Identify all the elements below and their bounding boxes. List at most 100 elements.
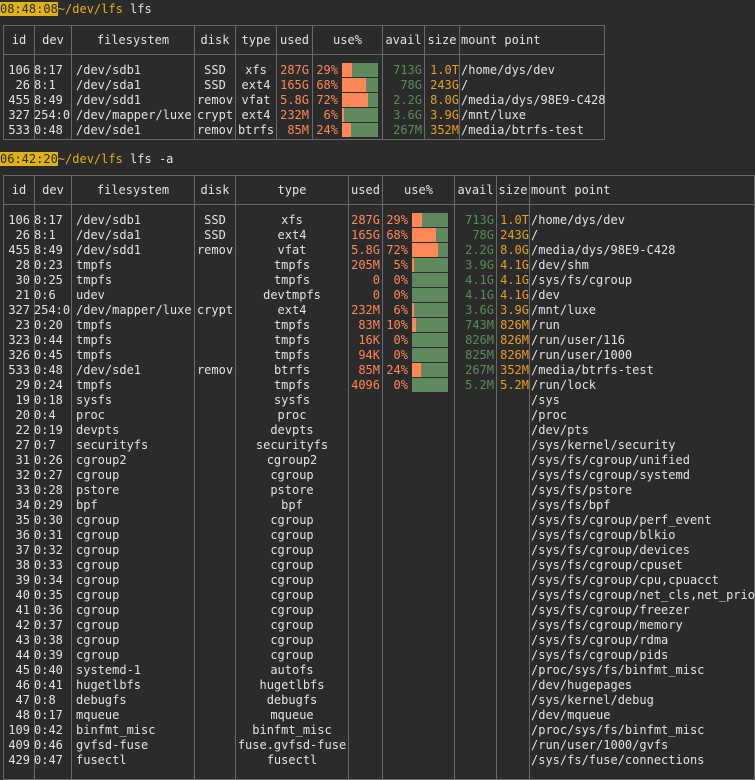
cell-size: 352M bbox=[430, 123, 459, 137]
cell-avail: 267M bbox=[393, 123, 422, 137]
cell-mount-point: /home/dys/dev bbox=[531, 213, 625, 227]
cell-filesystem: /dev/sda1 bbox=[76, 78, 142, 92]
table-row: 28 0:23 tmpfs tmpfs 205M 5% 3.9G 4.1G/dev/shm bbox=[4, 258, 754, 273]
cell-disk bbox=[195, 693, 235, 708]
cell-dev: 8:49 bbox=[34, 93, 63, 107]
cell-dev: 0:35 bbox=[34, 588, 63, 602]
cell-disk bbox=[195, 633, 235, 648]
cell-id: 32 bbox=[15, 468, 30, 482]
cell-mount-point: /sys/kernel/security bbox=[531, 438, 676, 452]
cell-mount-point: /run/user/116 bbox=[531, 333, 625, 347]
cell-mount-point: /sys bbox=[531, 393, 560, 407]
cell-disk: SSD bbox=[204, 78, 226, 92]
cell-disk bbox=[195, 528, 235, 543]
cell-mount-point: /sys/fs/cgroup/net_cls,net_prio bbox=[531, 588, 755, 602]
cell-dev: 0:36 bbox=[34, 603, 63, 617]
cell-disk bbox=[195, 408, 235, 423]
cell-id: 45 bbox=[15, 663, 30, 677]
cell-id: 26 bbox=[15, 78, 30, 92]
cell-use-percent: 72% bbox=[386, 243, 408, 257]
cell-used: 83M bbox=[358, 318, 380, 332]
cell-filesystem: /dev/sdb1 bbox=[76, 63, 142, 77]
table-row: 34 0:29 bpf bpf/sys/fs/bpf bbox=[4, 498, 754, 513]
cell-size: 243G bbox=[500, 228, 529, 242]
cell-mount-point: /run/user/1000/gvfs bbox=[531, 738, 669, 752]
cell-use-percent: 24% bbox=[316, 123, 338, 137]
table-row: 455 8:49/dev/sdd1 remov vfat 5.8G 72% 2.2G 8.0G… bbox=[4, 243, 754, 258]
cell-type: mqueue bbox=[270, 708, 314, 722]
cell-avail: 2.2G bbox=[465, 243, 494, 257]
cell-dev: 0:17 bbox=[34, 708, 63, 722]
cell-disk bbox=[195, 558, 235, 573]
cell-disk bbox=[195, 393, 235, 408]
cell-size: 8.0G bbox=[430, 93, 459, 107]
cell-id: 37 bbox=[15, 543, 30, 557]
usage-bar bbox=[342, 93, 378, 107]
cell-used: 232M bbox=[351, 303, 380, 317]
usage-bar-fill bbox=[412, 303, 414, 317]
table-row: 33 0:28 pstore pstore/sys/fs/pstore bbox=[4, 483, 754, 498]
cell-dev: 8:1 bbox=[34, 78, 56, 92]
prompt-line-1: 08:48:08~/dev/lfs lfs bbox=[0, 2, 152, 17]
prompt-time: 08:48:08 bbox=[0, 2, 58, 16]
usage-bar-fill bbox=[412, 228, 436, 242]
column-header: use% bbox=[333, 33, 362, 47]
usage-bar-fill bbox=[342, 108, 344, 122]
table-row: 38 0:33 cgroup cgroup/sys/fs/cgroup/cpuset bbox=[4, 558, 754, 573]
usage-bar bbox=[412, 348, 448, 362]
usage-bar bbox=[412, 378, 448, 392]
column-header: type bbox=[277, 183, 307, 197]
cell-dev: 0:33 bbox=[34, 558, 63, 572]
cell-used: 165G bbox=[351, 228, 380, 242]
cell-mount-point: /mnt/luxe bbox=[461, 108, 527, 122]
prompt-line-2: 06:42:20~/dev/lfs lfs -a bbox=[0, 152, 173, 167]
table-row: 19 0:18 sysfs sysfs/sys bbox=[4, 393, 754, 408]
cell-dev: 0:19 bbox=[34, 423, 63, 437]
cell-avail: 2.2G bbox=[393, 93, 422, 107]
cell-size: 4.1G bbox=[500, 273, 529, 287]
cell-type: proc bbox=[277, 408, 307, 422]
cell-use-percent: 0% bbox=[393, 378, 408, 392]
cell-id: 327 bbox=[8, 108, 30, 122]
cell-mount-point: /run bbox=[531, 318, 560, 332]
column-header: used bbox=[351, 183, 380, 197]
cell-filesystem: tmpfs bbox=[76, 258, 113, 272]
usage-bar bbox=[342, 63, 378, 77]
cell-disk bbox=[195, 573, 235, 588]
cell-mount-point: /sys/fs/cgroup/freezer bbox=[531, 603, 690, 617]
table-row: 36 0:31 cgroup cgroup/sys/fs/cgroup/blkio bbox=[4, 528, 754, 543]
cell-type: tmpfs bbox=[273, 348, 311, 362]
cell-disk bbox=[195, 498, 235, 513]
cell-disk bbox=[195, 618, 235, 633]
cell-avail: 267M bbox=[465, 363, 494, 377]
cell-id: 23 bbox=[15, 318, 30, 332]
usage-bar-fill bbox=[412, 243, 438, 257]
table-row: 46 0:41 hugetlbfs hugetlbfs/dev/hugepages bbox=[4, 678, 754, 693]
usage-bar bbox=[412, 273, 448, 287]
column-header: filesystem bbox=[96, 33, 170, 47]
cell-dev: 0:47 bbox=[34, 753, 63, 767]
cell-avail: 713G bbox=[393, 63, 422, 77]
usage-bar bbox=[412, 363, 448, 377]
cell-type: bpf bbox=[281, 498, 303, 512]
cell-size: 826M bbox=[500, 333, 529, 347]
cell-filesystem: cgroup bbox=[76, 543, 120, 557]
cell-dev: 0:37 bbox=[34, 618, 63, 632]
cell-mount-point: /sys/fs/cgroup/cpu,cpuacct bbox=[531, 573, 719, 587]
cell-mount-point: /sys/fs/cgroup/systemd bbox=[531, 468, 690, 482]
cell-used: 205M bbox=[351, 258, 380, 272]
cell-type: debugfs bbox=[266, 693, 318, 707]
cell-dev: 254:0 bbox=[34, 303, 71, 317]
cell-type: tmpfs bbox=[273, 258, 311, 272]
cell-mount-point: /sys/fs/cgroup/rdma bbox=[531, 633, 669, 647]
cell-mount-point: / bbox=[531, 228, 539, 242]
cell-mount-point: /sys/fs/cgroup/devices bbox=[531, 543, 690, 557]
cell-mount-point: /dev/mqueue bbox=[531, 708, 611, 722]
cell-type: ext4 bbox=[277, 228, 307, 242]
cell-dev: 0:39 bbox=[34, 648, 63, 662]
cell-type: tmpfs bbox=[273, 378, 311, 392]
cell-dev: 0:25 bbox=[34, 273, 63, 287]
header-divider bbox=[4, 54, 604, 55]
cell-mount-point: / bbox=[461, 78, 469, 92]
cell-type: binfmt_misc bbox=[252, 723, 332, 737]
